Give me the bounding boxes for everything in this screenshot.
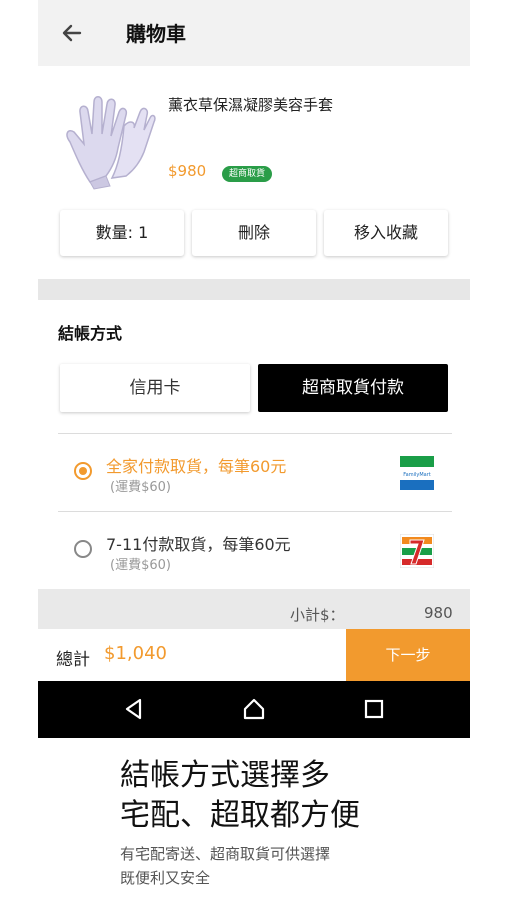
phone-screen: 購物車 薰衣草保濕凝膠美容手套 $980 超商取貨 數量: 1 刪除 移入收藏 …	[38, 0, 470, 738]
recent-apps-icon[interactable]	[362, 697, 386, 721]
divider	[58, 511, 452, 512]
caption-sub-line-2: 既便利又安全	[120, 869, 211, 887]
move-to-favorites-button[interactable]: 移入收藏	[324, 210, 448, 256]
caption-headline: 結帳方式選擇多 宅配、超取都方便	[120, 756, 360, 836]
caption-subtext: 有宅配寄送、超商取貨可供選擇 既便利又安全	[120, 842, 330, 890]
app-header: 購物車	[38, 0, 470, 66]
caption-line-2: 宅配、超取都方便	[120, 798, 360, 833]
quantity-button[interactable]: 數量: 1	[60, 210, 184, 256]
seven-eleven-logo-icon	[399, 533, 435, 569]
subtotal-bar	[38, 589, 470, 629]
product-name[interactable]: 薰衣草保濕凝膠美容手套	[168, 94, 333, 115]
subtotal-value: 980	[424, 604, 453, 622]
total-label: 總計	[56, 650, 90, 670]
familymart-shipping-fee: (運費$60)	[110, 480, 171, 495]
tab-convenience-store-payment[interactable]: 超商取貨付款	[258, 364, 448, 412]
android-nav-bar	[38, 681, 470, 738]
delete-button[interactable]: 刪除	[192, 210, 316, 256]
product-price: $980	[168, 162, 207, 180]
seven-eleven-shipping-fee: (運費$60)	[110, 558, 171, 573]
tab-credit-card[interactable]: 信用卡	[60, 364, 250, 412]
familymart-radio[interactable]	[74, 462, 92, 480]
back-triangle-icon[interactable]	[122, 697, 146, 721]
next-step-button[interactable]: 下一步	[346, 629, 470, 681]
familymart-logo-icon: FamilyMart	[400, 456, 434, 490]
home-icon[interactable]	[242, 697, 266, 721]
caption-sub-line-1: 有宅配寄送、超商取貨可供選擇	[120, 845, 331, 863]
familymart-option-label[interactable]: 全家付款取貨，每筆60元	[106, 453, 286, 477]
total-value: $1,040	[104, 643, 167, 664]
seven-eleven-option-label[interactable]: 7-11付款取貨，每筆60元	[106, 531, 291, 555]
caption-line-1: 結帳方式選擇多	[120, 758, 330, 793]
seven-eleven-radio[interactable]	[74, 540, 92, 558]
pickup-badge: 超商取貨	[222, 166, 273, 182]
divider	[58, 433, 452, 434]
product-image	[60, 90, 156, 190]
subtotal-label: 小計$：	[290, 606, 345, 624]
checkout-method-title: 結帳方式	[58, 324, 123, 343]
familymart-logo-text: FamilyMart	[403, 472, 431, 478]
section-divider	[38, 279, 470, 300]
page-title: 購物車	[126, 22, 186, 46]
back-arrow-icon[interactable]	[58, 19, 86, 47]
